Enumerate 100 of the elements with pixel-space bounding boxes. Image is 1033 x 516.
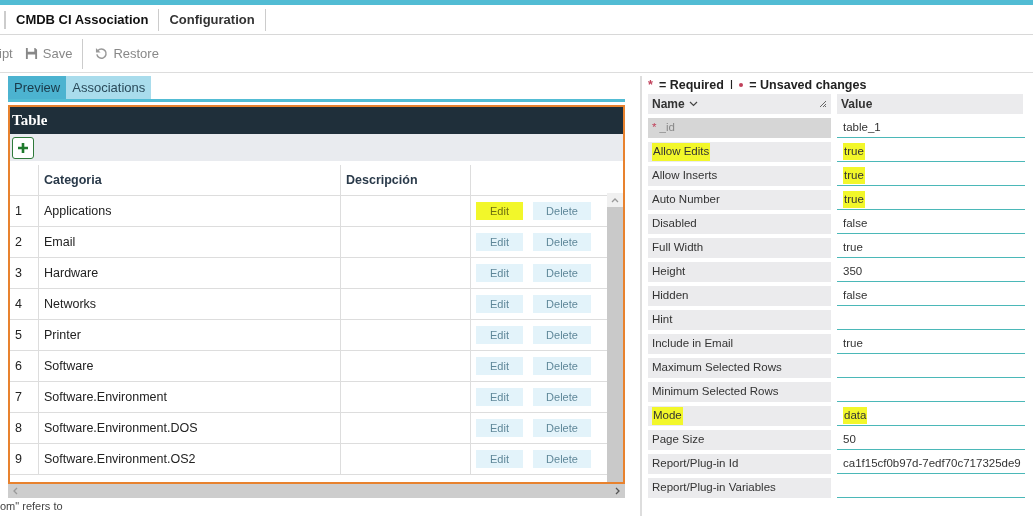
delete-button[interactable]: Delete [533,357,591,375]
restore-button[interactable]: Restore [95,43,159,64]
delete-button[interactable]: Delete [533,264,591,282]
row-number: 4 [15,295,22,313]
row-number: 1 [15,202,22,220]
table-title: Table [12,111,48,131]
value-field[interactable]: true [837,142,1025,162]
add-button[interactable] [12,136,34,159]
edit-button[interactable]: Edit [476,233,523,251]
table-cell-text: Hardware [44,264,99,282]
row-number: 8 [15,419,22,437]
property-name: Hint [652,312,673,328]
value-field[interactable]: false [837,286,1025,306]
vertical-scrollbar[interactable] [607,193,623,482]
property-value: ca1f15cf0b97d-7edf70c717325de9 [843,455,1021,471]
delete-button[interactable]: Delete [533,295,591,313]
edit-button[interactable]: Edit [476,388,523,406]
tab[interactable]: Configuration [159,9,265,30]
value-field[interactable]: 350 [837,262,1025,282]
plus-icon [17,141,29,154]
table-cell-text: Email [44,233,76,251]
tab[interactable]: Preview [8,76,67,99]
property-name: Full Width [652,240,704,256]
table-cell-text: Networks [44,295,97,313]
required-mark: * [648,76,653,94]
edit-button[interactable]: Edit [476,450,523,468]
row-number: 2 [15,233,22,251]
property-value: 50 [843,431,856,447]
row-number: 3 [15,264,22,282]
save-button[interactable]: Save [24,38,84,69]
value-field[interactable]: data [837,406,1025,426]
circular-arrow-icon [95,47,109,60]
value-field[interactable]: true [837,166,1025,186]
row-number: 9 [15,450,22,468]
value-field[interactable]: true [837,238,1025,258]
property-value: table_1 [843,119,881,135]
footer-text: om" refers to [0,500,64,512]
delete-button[interactable]: Delete [533,419,591,437]
tab[interactable]: CMDB CI Association [6,9,159,30]
property-name: Page Size [652,432,705,448]
horizontal-scrollbar[interactable] [8,484,625,498]
property-name: Allow Edits [652,143,711,161]
toolbar-label[interactable]: ipt [0,43,13,64]
table-cell-text: Software.Environment.DOS [44,419,198,437]
delete-button[interactable]: Delete [533,202,591,220]
row-number: 7 [15,388,22,406]
edit-button[interactable]: Edit [476,295,523,313]
column-header: Categoria [44,171,102,189]
chevron-down-icon [688,101,698,107]
edit-button[interactable]: Edit [476,326,523,344]
legend-text: = Unsaved changes [749,76,867,94]
property-name: Report/Plug-in Id [652,456,739,472]
table-cell-text: Software [44,357,94,375]
table-cell-text: Software.Environment [44,388,167,406]
resize-handle-icon[interactable] [819,100,827,108]
property-name: Height [652,264,686,280]
property-value: true [843,335,863,351]
value-field[interactable]: ca1f15cf0b97d-7edf70c717325de9 [837,454,1025,474]
property-value: false [843,215,868,231]
row-number: 5 [15,326,22,344]
column-header: Descripción [346,171,418,189]
edit-button[interactable]: Edit [476,419,523,437]
property-name: Hidden [652,288,689,304]
column-header: Value [841,96,873,113]
property-value: false [843,287,868,303]
property-name: Include in Email [652,336,734,352]
value-field[interactable]: true [837,190,1025,210]
edit-button[interactable]: Edit [476,202,523,220]
required-mark: * [652,120,657,136]
table-cell-text: Software.Environment.OS2 [44,450,196,468]
value-field[interactable]: 50 [837,430,1025,450]
property-name: _id [659,120,675,136]
property-name: Auto Number [652,192,720,208]
property-name: Mode [652,407,683,425]
legend-separator: I [729,76,734,94]
value-field[interactable]: false [837,214,1025,234]
edit-button[interactable]: Edit [476,264,523,282]
row-number: 6 [15,357,22,375]
property-value: true [843,239,863,255]
property-value: 350 [843,263,863,279]
edit-button[interactable]: Edit [476,357,523,375]
value-field[interactable]: true [837,334,1025,354]
table-cell-text: Printer [44,326,81,344]
delete-button[interactable]: Delete [533,233,591,251]
property-value: true [843,166,865,185]
table-cell-text: Applications [44,202,112,220]
delete-button[interactable]: Delete [533,450,591,468]
delete-button[interactable]: Delete [533,326,591,344]
delete-button[interactable]: Delete [533,388,591,406]
property-name: Minimum Selected Rows [652,384,779,400]
property-name: Disabled [652,216,697,232]
property-value: data [843,406,868,425]
property-value: true [843,190,865,209]
property-name: Report/Plug-in Variables [652,480,776,496]
value-field[interactable]: table_1 [837,118,1025,138]
tab[interactable]: Associations [66,76,152,99]
property-name: Maximum Selected Rows [652,360,782,376]
property-name: Allow Inserts [652,168,718,184]
legend-text: = Required [658,76,724,94]
property-value: true [843,142,865,161]
